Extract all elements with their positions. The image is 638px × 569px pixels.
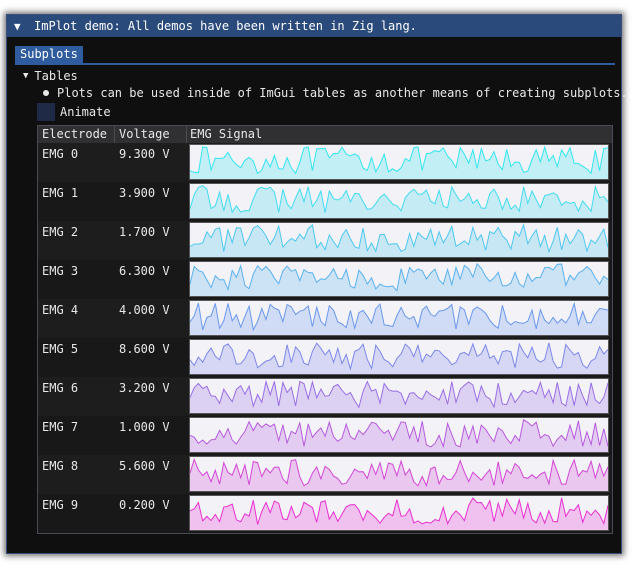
animate-checkbox-row[interactable]: Animate [37,102,111,122]
tab-bar: Subplots [15,46,615,65]
header-voltage[interactable]: Voltage [119,127,170,141]
voltage-cell: 4.000 V [119,303,170,317]
electrode-cell: EMG 3 [42,264,79,278]
emg-sparkline-plot[interactable] [189,300,609,336]
emg-signal-svg [190,497,608,530]
table-row: EMG 7 1.000 V [38,416,612,455]
table-row: EMG 5 8.600 V [38,338,612,377]
table-row: EMG 1 3.900 V [38,182,612,221]
tree-node-tables[interactable]: ▼ Tables [23,67,78,85]
electrode-cell: EMG 5 [42,342,79,356]
window-title: ImPlot demo: All demos have been written… [34,19,417,33]
voltage-cell: 6.300 V [119,264,170,278]
emg-signal-svg [190,262,608,296]
tree-expand-icon[interactable]: ▼ [23,71,28,81]
bullet-text: Plots can be used inside of ImGui tables… [43,84,628,102]
emg-signal-svg [190,418,608,452]
electrode-cell: EMG 7 [42,420,79,434]
electrode-cell: EMG 1 [42,186,79,200]
header-electrode[interactable]: Electrode [42,127,107,141]
emg-sparkline-plot[interactable] [189,183,609,219]
emg-sparkline-plot[interactable] [189,417,609,453]
table-row: EMG 6 3.200 V [38,377,612,416]
electrode-cell: EMG 2 [42,225,79,239]
tree-node-label: Tables [34,69,78,83]
voltage-cell: 3.900 V [119,186,170,200]
voltage-cell: 1.700 V [119,225,170,239]
window-titlebar[interactable]: ▼ ImPlot demo: All demos have been writt… [7,15,621,37]
collapse-triangle-icon[interactable]: ▼ [14,20,24,33]
emg-table: Electrode Voltage EMG Signal EMG 0 9.300 … [37,125,613,534]
emg-sparkline-plot[interactable] [189,495,609,531]
table-row: EMG 4 4.000 V [38,299,612,338]
table-row: EMG 2 1.700 V [38,221,612,260]
emg-sparkline-plot[interactable] [189,339,609,375]
emg-signal-svg [190,301,608,335]
signal-area [190,303,608,335]
electrode-cell: EMG 4 [42,303,79,317]
signal-area [190,419,608,452]
signal-area [190,147,608,179]
voltage-cell: 8.600 V [119,342,170,356]
voltage-cell: 9.300 V [119,147,170,161]
emg-sparkline-plot[interactable] [189,144,609,180]
table-header: Electrode Voltage EMG Signal [38,126,612,143]
table-row: EMG 0 9.300 V [38,143,612,182]
emg-sparkline-plot[interactable] [189,456,609,492]
emg-sparkline-plot[interactable] [189,261,609,297]
implot-demo-window[interactable]: ▼ ImPlot demo: All demos have been writt… [6,14,628,554]
tab-subplots[interactable]: Subplots [15,46,83,63]
table-row: EMG 3 6.300 V [38,260,612,299]
emg-sparkline-plot[interactable] [189,378,609,414]
emg-sparkline-plot[interactable] [189,222,609,258]
emg-signal-svg [190,342,608,374]
animate-checkbox[interactable] [37,103,55,121]
emg-signal-svg [190,223,608,257]
header-emg-signal[interactable]: EMG Signal [190,127,262,141]
table-row: EMG 9 0.200 V [38,494,612,533]
animate-label: Animate [60,105,111,119]
emg-signal-svg [190,458,608,491]
emg-signal-svg [190,379,608,413]
voltage-cell: 5.600 V [119,459,170,473]
emg-signal-svg [190,145,608,179]
electrode-cell: EMG 9 [42,498,79,512]
electrode-cell: EMG 0 [42,147,79,161]
voltage-cell: 3.200 V [119,381,170,395]
table-row: EMG 8 5.600 V [38,455,612,494]
voltage-cell: 1.000 V [119,420,170,434]
voltage-cell: 0.200 V [119,498,170,512]
bullet-note: Plots can be used inside of ImGui tables… [57,86,628,100]
electrode-cell: EMG 8 [42,459,79,473]
bullet-icon [43,90,49,96]
emg-signal-svg [190,185,608,218]
electrode-cell: EMG 6 [42,381,79,395]
